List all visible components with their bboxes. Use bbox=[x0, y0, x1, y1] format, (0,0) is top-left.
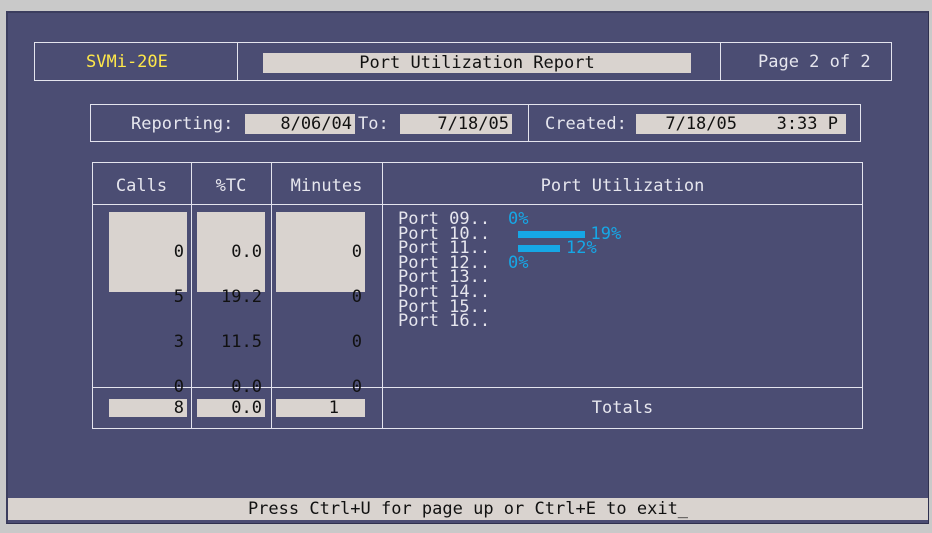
column-header-calls: Calls bbox=[115, 176, 168, 196]
totals-label: Totals bbox=[591, 398, 654, 418]
terminal-window: SVMi-20E Port Utilization Report Page 2 … bbox=[6, 11, 929, 524]
created-time: 3:33 P bbox=[740, 114, 846, 134]
to-label: To: bbox=[358, 114, 389, 134]
table-cell: 19.2 bbox=[221, 287, 262, 307]
utilization-bar bbox=[518, 245, 560, 253]
column-divider bbox=[191, 162, 192, 429]
table-cell: 0.0 bbox=[231, 242, 262, 262]
table-cell: 0 bbox=[351, 332, 362, 352]
table-cell: 11.5 bbox=[221, 332, 262, 352]
column-divider bbox=[271, 162, 272, 429]
port-row: Port 16.. bbox=[398, 311, 491, 332]
tc-column: 0.0 19.2 11.5 0.0 bbox=[197, 212, 265, 396]
utilization-bar bbox=[518, 230, 585, 238]
info-divider bbox=[528, 104, 529, 142]
port-label: Port 16.. bbox=[398, 311, 491, 332]
table-cell: 0.0 bbox=[231, 377, 262, 397]
total-calls: 8 bbox=[109, 399, 187, 417]
table-cell: 3 bbox=[173, 332, 184, 352]
calls-column: 0 5 3 0 bbox=[109, 212, 187, 396]
from-date: 8/06/04 bbox=[245, 114, 355, 134]
reporting-label: Reporting: bbox=[131, 114, 234, 134]
column-header-minutes: Minutes bbox=[290, 176, 363, 196]
header-row-divider bbox=[92, 204, 863, 205]
total-minutes: 1 bbox=[276, 399, 365, 417]
table-cell: 0 bbox=[173, 242, 184, 262]
report-title: Port Utilization Report bbox=[263, 53, 691, 73]
table-cell: 0 bbox=[173, 377, 184, 397]
total-tc: 0.0 bbox=[197, 399, 265, 417]
utilization-percent: 0% bbox=[508, 252, 529, 273]
to-date: 7/18/05 bbox=[400, 114, 512, 134]
page-indicator: Page 2 of 2 bbox=[758, 52, 871, 72]
created-date: 7/18/05 bbox=[636, 114, 740, 134]
table-cell: 0 bbox=[351, 242, 362, 262]
column-divider bbox=[382, 162, 383, 429]
port-utilization-list: Port 09.. 0% Port 10.. 19% Port 11.. 12% Po… bbox=[398, 211, 621, 332]
table-cell: 0 bbox=[351, 287, 362, 307]
column-header-port-utilization: Port Utilization bbox=[540, 176, 705, 196]
minutes-column: 0 0 0 0 bbox=[276, 212, 365, 396]
header-divider bbox=[237, 42, 238, 81]
utilization-percent: 0% bbox=[508, 209, 529, 229]
product-name: SVMi-20E bbox=[86, 52, 168, 72]
utilization-percent: 12% bbox=[566, 238, 597, 259]
status-prompt: Press Ctrl+U for page up or Ctrl+E to ex… bbox=[8, 498, 928, 520]
created-label: Created: bbox=[545, 114, 627, 134]
table-cell: 0 bbox=[351, 377, 362, 397]
header-divider bbox=[720, 42, 721, 81]
column-header-tc: %TC bbox=[215, 176, 247, 196]
table-cell: 5 bbox=[173, 287, 184, 307]
